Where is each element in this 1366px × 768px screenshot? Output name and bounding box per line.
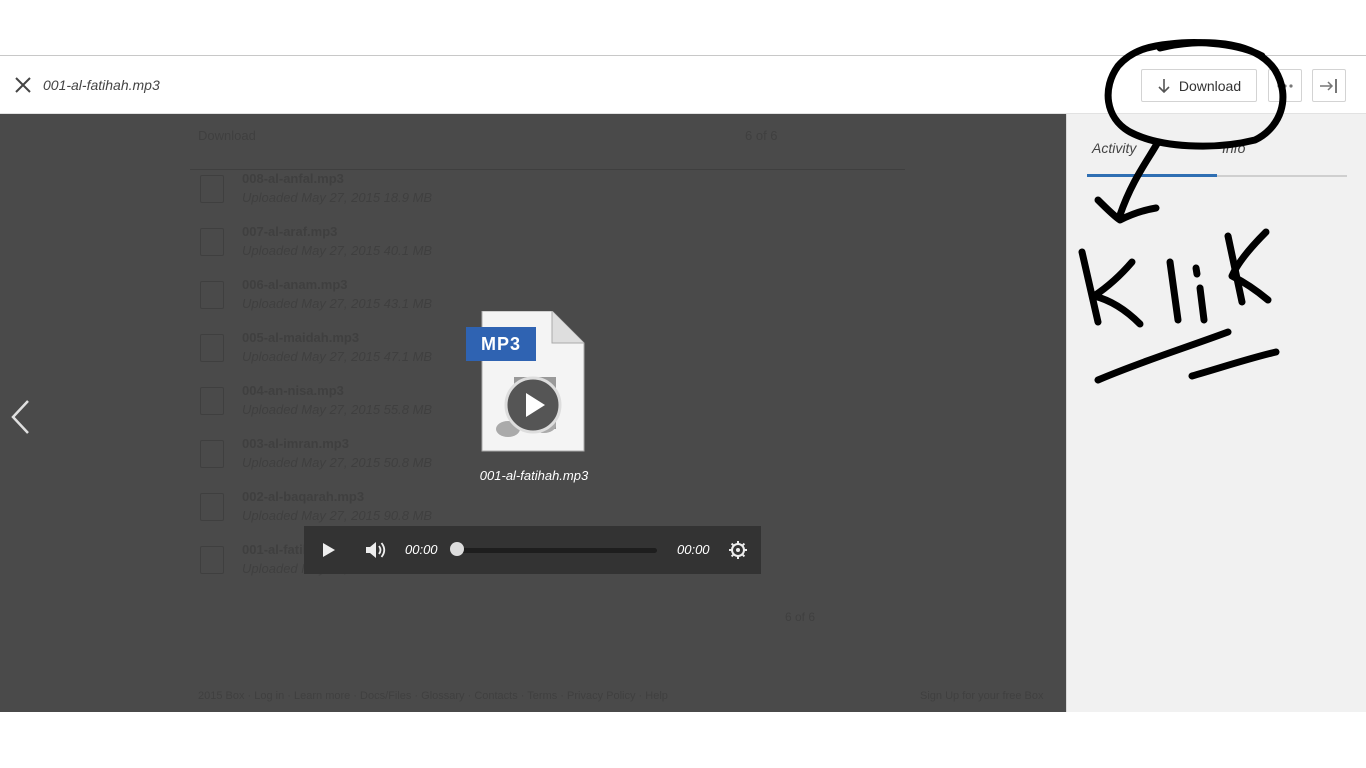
bg-footer-links: 2015 Box · Log in · Learn more · Docs/Fi… — [198, 690, 668, 702]
file-icon — [200, 175, 224, 203]
active-tab-indicator — [1087, 174, 1217, 177]
file-icon — [200, 440, 224, 468]
preview-caption: 001-al-fatihah.mp3 — [479, 468, 589, 483]
file-title: 001-al-fatihah.mp3 — [43, 77, 160, 93]
list-item-meta: Uploaded May 27, 2015 50.8 MB — [242, 455, 433, 470]
file-icon — [200, 281, 224, 309]
more-options-button[interactable] — [1268, 69, 1302, 102]
list-item-meta: Uploaded May 27, 2015 43.1 MB — [242, 296, 433, 311]
details-sidebar: Activity Info — [1066, 114, 1366, 712]
list-item-meta: Uploaded May 27, 2015 47.1 MB — [242, 349, 433, 364]
download-button-label: Download — [1178, 77, 1242, 94]
bg-footer-right: Sign Up for your free Box — [920, 690, 1044, 702]
list-item: 007-al-araf.mp3 Uploaded May 27, 2015 40.… — [200, 224, 800, 270]
file-icon — [200, 387, 224, 415]
list-item-name: 004-an-nisa.mp3 — [242, 383, 344, 398]
list-item-name: 003-al-imran.mp3 — [242, 436, 349, 451]
previous-file-arrow-icon[interactable] — [8, 398, 34, 436]
bg-pager: 6 of 6 — [745, 128, 778, 143]
volume-icon[interactable] — [364, 539, 388, 561]
list-item-meta: Uploaded May 27, 2015 40.1 MB — [242, 243, 433, 258]
mp3-badge: MP3 — [466, 327, 536, 361]
list-item-meta: Uploaded May 27, 2015 55.8 MB — [242, 402, 433, 417]
bg-divider — [190, 169, 905, 170]
list-item-name: 007-al-araf.mp3 — [242, 224, 338, 239]
bg-bottom-pager: 6 of 6 — [785, 610, 816, 624]
play-icon[interactable] — [318, 540, 338, 560]
download-button[interactable]: Download — [1141, 69, 1257, 102]
download-arrow-icon — [1158, 78, 1170, 93]
current-time: 00:00 — [405, 542, 438, 557]
file-icon — [200, 493, 224, 521]
file-icon — [200, 546, 224, 574]
gear-icon[interactable] — [728, 540, 748, 560]
list-item-meta: Uploaded May 27, 2015 90.8 MB — [242, 508, 433, 523]
list-item-name: 006-al-anam.mp3 — [242, 277, 348, 292]
audio-player: 00:00 00:00 — [304, 526, 761, 574]
more-icon — [1277, 83, 1293, 88]
tab-info[interactable]: Info — [1222, 140, 1245, 156]
tab-activity[interactable]: Activity — [1092, 140, 1136, 156]
list-item-name: 008-al-anfal.mp3 — [242, 171, 344, 186]
list-item: 008-al-anfal.mp3 Uploaded May 27, 2015 18… — [200, 171, 800, 217]
file-icon — [200, 228, 224, 256]
bg-download-label: Download — [198, 128, 256, 143]
list-item-meta: Uploaded May 27, 2015 18.9 MB — [242, 190, 433, 205]
seek-handle[interactable] — [450, 542, 464, 556]
toggle-sidebar-button[interactable] — [1312, 69, 1346, 102]
list-item-name: 002-al-baqarah.mp3 — [242, 489, 365, 504]
seek-bar[interactable] — [456, 548, 657, 553]
list-item-name: 005-al-maidah.mp3 — [242, 330, 360, 345]
preview-overlay: Download 6 of 6 008-al-anfal.mp3 Uploaded… — [0, 114, 1066, 712]
collapse-sidebar-icon — [1320, 78, 1337, 93]
preview-header: 001-al-fatihah.mp3 Download — [0, 55, 1366, 114]
file-icon — [200, 334, 224, 362]
duration-time: 00:00 — [677, 542, 710, 557]
close-icon[interactable] — [12, 74, 34, 96]
